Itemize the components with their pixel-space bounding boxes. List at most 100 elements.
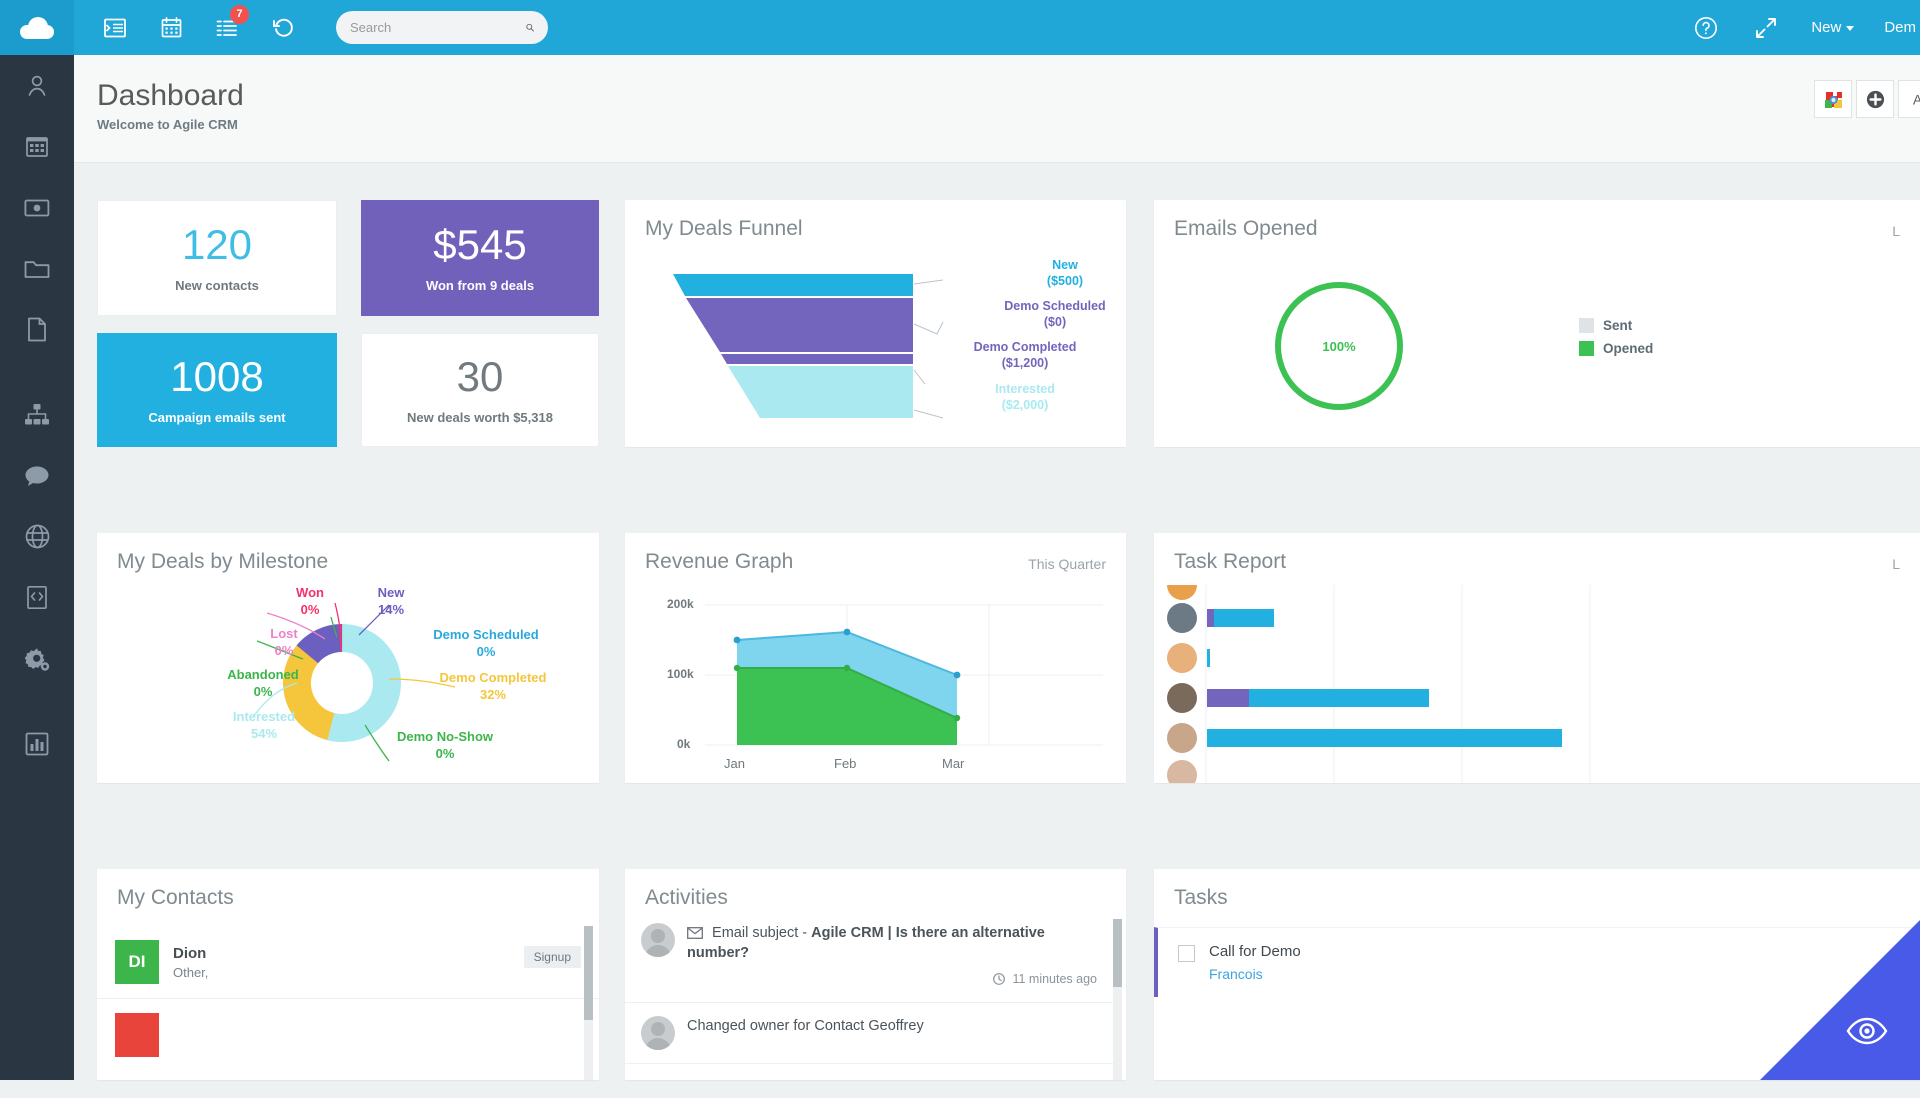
search-input[interactable] [350,20,526,35]
calendar-icon[interactable] [156,13,186,43]
page-title: Dashboard [97,79,244,113]
tasks-list-icon[interactable]: 7 [212,13,242,43]
left-sidebar [0,55,74,1080]
deals-funnel-card: My Deals Funnel New($500) Demo Scheduled… [625,200,1126,447]
activities-title: Activities [645,886,728,910]
sidebar-item-calendar[interactable] [0,116,74,177]
milestone-label-lost: Lost0% [249,626,319,660]
campaign-emails-tile[interactable]: 1008 Campaign emails sent [97,333,337,447]
activity-time: 11 minutes ago [1012,972,1097,986]
contact-initials: DI [129,952,146,972]
sidebar-item-deals[interactable] [0,177,74,238]
new-contacts-label: New contacts [175,278,259,293]
eye-search-icon [1846,1016,1888,1046]
help-circle-icon[interactable] [1691,13,1721,43]
sidebar-item-web[interactable] [0,506,74,567]
third-action-button[interactable]: A [1898,80,1920,118]
revenue-xtick-jan: Jan [724,756,745,771]
user-menu-button[interactable]: Dem [1884,19,1916,36]
money-icon [24,198,50,218]
funnel-label-new: New($500) [1010,258,1120,289]
sidebar-item-forms[interactable] [0,567,74,628]
clock-icon [993,973,1005,985]
task-report-avatars [1167,585,1197,783]
form-icon [26,585,48,610]
contacts-scrollbar[interactable] [584,926,593,1080]
brand-logo-button[interactable] [0,0,74,55]
contacts-list: DI Dion Other, Signup [97,926,599,1098]
dashboard-content: 120 New contacts $545 Won from 9 deals 1… [74,163,1920,1080]
milestone-label-demo-completed: Demo Completed32% [419,670,567,704]
sidebar-divider-1 [0,360,74,384]
my-contacts-title: My Contacts [117,886,234,910]
revenue-area-chart [625,585,1126,780]
folder-icon [24,258,50,280]
task-report-title: Task Report [1174,550,1286,574]
tasks-title: Tasks [1174,886,1228,910]
chevron-down-icon [1846,26,1854,31]
page-header: Dashboard Welcome to Agile CRM A [74,55,1920,163]
funnel-label-demo-completed: Demo Completed($1,200) [945,340,1105,371]
emails-opened-card: Emails Opened L 100% Sent Opened [1154,200,1920,447]
new-menu-button[interactable]: New [1811,19,1854,36]
sidebar-item-campaigns[interactable] [0,384,74,445]
bar-chart-icon [25,732,49,756]
topbar-right-group: New Dem [1691,13,1920,43]
sidebar-item-social[interactable] [0,445,74,506]
topbar-icon-group: 7 [100,13,298,43]
activities-scrollbar[interactable] [1113,919,1122,1080]
revenue-graph-period: This Quarter [1028,556,1106,572]
revenue-graph-title: Revenue Graph [645,550,793,574]
chrome-extension-button[interactable] [1814,80,1852,118]
contact-avatar [115,1013,159,1057]
contact-subtitle: Other, [173,965,208,980]
document-icon [27,317,47,342]
activities-scroll-thumb[interactable] [1113,919,1122,987]
search-icon[interactable] [526,19,534,36]
revenue-xtick-mar: Mar [942,756,964,771]
contact-tag: Signup [524,946,581,968]
header-action-buttons: A [1810,80,1920,118]
tasks-badge-count: 7 [230,5,249,24]
revenue-ytick-0k: 0k [677,737,690,751]
help-widget-corner [1760,920,1920,1080]
contacts-scroll-thumb[interactable] [584,926,593,1020]
sidebar-item-reports[interactable] [0,713,74,774]
campaign-emails-label: Campaign emails sent [148,410,285,425]
list-indent-icon[interactable] [100,13,130,43]
activity-row[interactable]: Changed owner for Contact Geoffrey [625,1003,1113,1064]
person-icon [24,73,50,99]
envelope-icon [687,927,703,939]
search-box[interactable] [336,11,548,44]
sidebar-item-settings[interactable] [0,628,74,689]
sidebar-item-cases[interactable] [0,238,74,299]
milestone-label-new: New14% [356,585,426,619]
add-widget-button[interactable] [1856,80,1894,118]
task-checkbox[interactable] [1178,945,1195,962]
contact-row[interactable] [97,999,599,1098]
history-icon[interactable] [268,13,298,43]
task-name: Call for Demo [1209,943,1301,960]
chat-icon [24,464,50,488]
contact-row[interactable]: DI Dion Other, Signup [97,926,599,999]
milestone-label-abandoned: Abandoned0% [203,667,323,701]
legend-item-sent: Sent [1579,318,1653,333]
funnel-label-demo-scheduled: Demo Scheduled($0) [975,299,1135,330]
task-owner[interactable]: Francois [1209,966,1301,982]
sidebar-item-documents[interactable] [0,299,74,360]
expand-arrows-icon[interactable] [1751,13,1781,43]
svg-text:A: A [1912,91,1920,107]
milestone-label-won: Won0% [275,585,345,619]
won-deals-value: $545 [433,224,526,266]
won-deals-tile[interactable]: $545 Won from 9 deals [361,200,599,316]
new-contacts-tile[interactable]: 120 New contacts [97,200,337,316]
deals-funnel-title: My Deals Funnel [645,217,803,241]
new-deals-value: 30 [457,356,504,398]
milestone-label-interested: Interested54% [209,709,319,743]
sidebar-item-contacts[interactable] [0,55,74,116]
new-deals-tile[interactable]: 30 New deals worth $5,318 [361,333,599,447]
letter-a-icon: A [1909,91,1920,108]
activity-row[interactable]: Email subject - Agile CRM | Is there an … [625,919,1113,1003]
sitemap-icon [24,403,50,427]
help-widget-button[interactable] [1836,1000,1898,1062]
